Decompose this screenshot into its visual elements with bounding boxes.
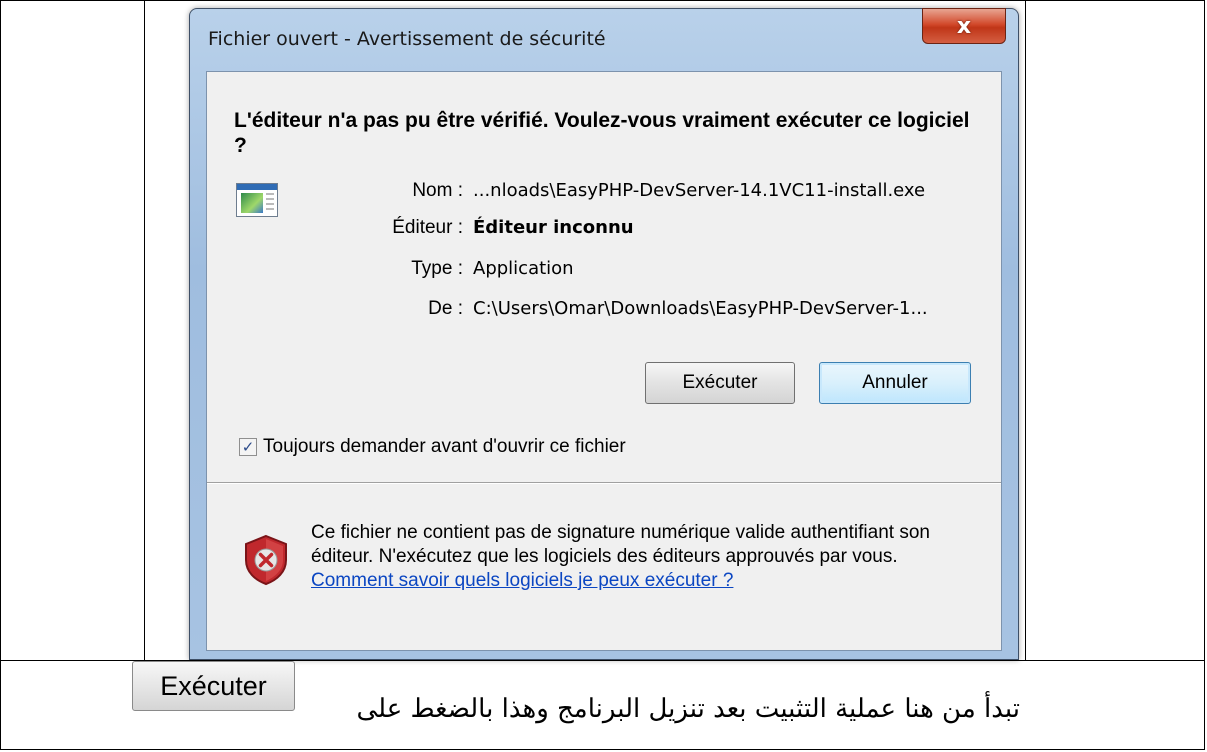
field-label: Nom : (412, 180, 463, 201)
caption-execute-button: Exécuter (132, 661, 295, 711)
application-file-icon (236, 183, 278, 217)
field-label: De : (428, 298, 463, 319)
field-label: Type : (411, 258, 463, 279)
security-warning-dialog: Fichier ouvert - Avertissement de sécuri… (189, 8, 1019, 660)
warning-message: Ce fichier ne contient pas de signature … (311, 521, 971, 593)
field-value: Éditeur inconnu (473, 217, 634, 238)
field-label: Éditeur : (392, 217, 463, 238)
close-button[interactable]: x (922, 8, 1006, 44)
window-title: Fichier ouvert - Avertissement de sécuri… (208, 28, 606, 50)
help-link[interactable]: Comment savoir quels logiciels je peux e… (311, 570, 733, 591)
field-value: ...nloads\EasyPHP-DevServer-14.1VC11-ins… (473, 180, 926, 201)
run-button[interactable]: Exécuter (645, 362, 795, 404)
field-value: Application (473, 258, 574, 279)
dialog-heading: L'éditeur n'a pas pu être vérifié. Voule… (234, 109, 970, 157)
field-value: C:\Users\Omar\Downloads\EasyPHP-DevServe… (473, 298, 928, 319)
title-bar[interactable]: Fichier ouvert - Avertissement de sécuri… (190, 8, 1018, 69)
security-warning-shield-icon (245, 534, 287, 586)
caption-text: تبدأ من هنا عملية التثبيت بعد تنزيل البر… (356, 694, 1020, 724)
close-icon: x (956, 13, 972, 39)
warning-body: Ce fichier ne contient pas de signature … (311, 522, 930, 567)
always-ask-label[interactable]: Toujours demander avant d'ouvrir ce fich… (263, 436, 626, 458)
frame-divider-left (144, 0, 145, 660)
dialog-body: L'éditeur n'a pas pu être vérifié. Voule… (206, 71, 1002, 651)
cancel-button[interactable]: Annuler (819, 362, 971, 404)
frame-divider-right (1025, 0, 1026, 660)
section-divider (207, 482, 1001, 484)
always-ask-checkbox[interactable]: ✓ (239, 438, 257, 456)
